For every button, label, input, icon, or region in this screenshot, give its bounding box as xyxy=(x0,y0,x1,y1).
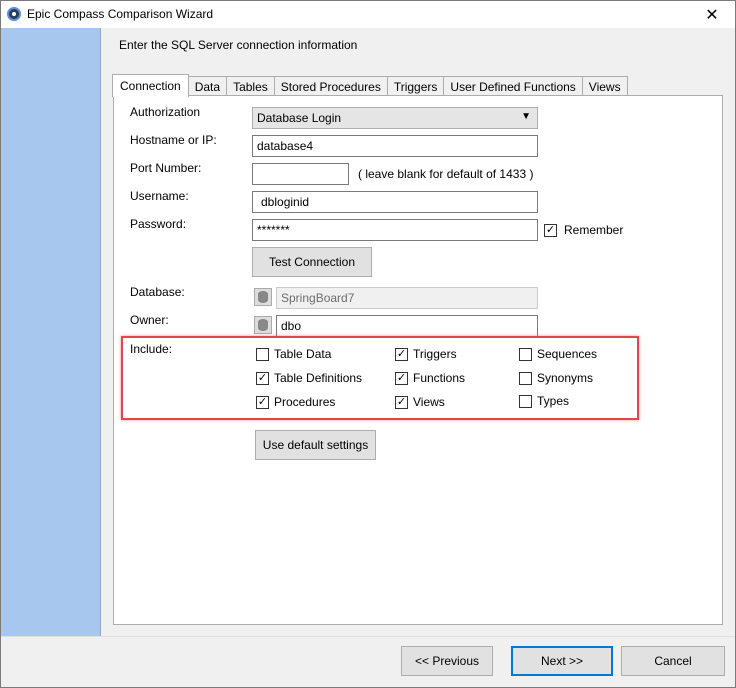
authorization-select[interactable]: Database Login ▼ xyxy=(252,107,538,129)
database-input[interactable]: SpringBoard7 xyxy=(276,287,538,309)
owner-database-icon xyxy=(254,316,272,334)
cancel-button[interactable]: Cancel xyxy=(621,646,725,676)
tab-strip: Connection Data Tables Stored Procedures… xyxy=(112,74,628,97)
include-highlight-box xyxy=(121,336,639,420)
tab-data[interactable]: Data xyxy=(187,76,228,96)
owner-label: Owner: xyxy=(130,313,169,327)
wizard-content: Enter the SQL Server connection informat… xyxy=(101,28,735,636)
hostname-input[interactable]: database4 xyxy=(252,135,538,157)
username-input[interactable]: dbloginid xyxy=(252,191,538,213)
tab-views[interactable]: Views xyxy=(581,76,628,96)
test-connection-button[interactable]: Test Connection xyxy=(252,247,372,277)
remember-label: Remember xyxy=(564,223,624,237)
chevron-down-icon: ▼ xyxy=(521,111,531,122)
username-label: Username: xyxy=(130,189,189,203)
footer-bar: << Previous Next >> Cancel xyxy=(1,636,735,687)
tab-triggers[interactable]: Triggers xyxy=(386,76,445,96)
tab-user-defined-functions[interactable]: User Defined Functions xyxy=(443,76,583,96)
tab-tables[interactable]: Tables xyxy=(226,76,275,96)
password-label: Password: xyxy=(130,217,187,231)
owner-input[interactable]: dbo xyxy=(276,315,538,337)
window-title: Epic Compass Comparison Wizard xyxy=(27,7,214,21)
password-input[interactable]: ******* xyxy=(252,219,538,241)
hostname-label: Hostname or IP: xyxy=(130,133,217,147)
next-button[interactable]: Next >> xyxy=(511,646,613,676)
port-input[interactable] xyxy=(252,163,349,185)
authorization-value: Database Login xyxy=(257,111,342,125)
wizard-window: Epic Compass Comparison Wizard ✕ Enter t… xyxy=(0,0,736,688)
use-default-settings-button[interactable]: Use default settings xyxy=(255,430,376,460)
title-bar: Epic Compass Comparison Wizard ✕ xyxy=(1,1,735,28)
previous-button[interactable]: << Previous xyxy=(401,646,493,676)
database-icon xyxy=(254,288,272,306)
app-icon xyxy=(7,7,21,21)
authorization-label: Authorization xyxy=(130,105,201,119)
remember-checkbox[interactable]: ✓ xyxy=(544,224,557,237)
port-hint: ( leave blank for default of 1433 ) xyxy=(358,167,534,181)
tab-connection[interactable]: Connection xyxy=(112,74,189,97)
close-button[interactable]: ✕ xyxy=(689,1,735,28)
port-label: Port Number: xyxy=(130,161,202,175)
database-label: Database: xyxy=(130,285,185,299)
instruction-text: Enter the SQL Server connection informat… xyxy=(119,38,358,52)
wizard-sidebar xyxy=(1,28,101,636)
tab-stored-procedures[interactable]: Stored Procedures xyxy=(273,76,388,96)
